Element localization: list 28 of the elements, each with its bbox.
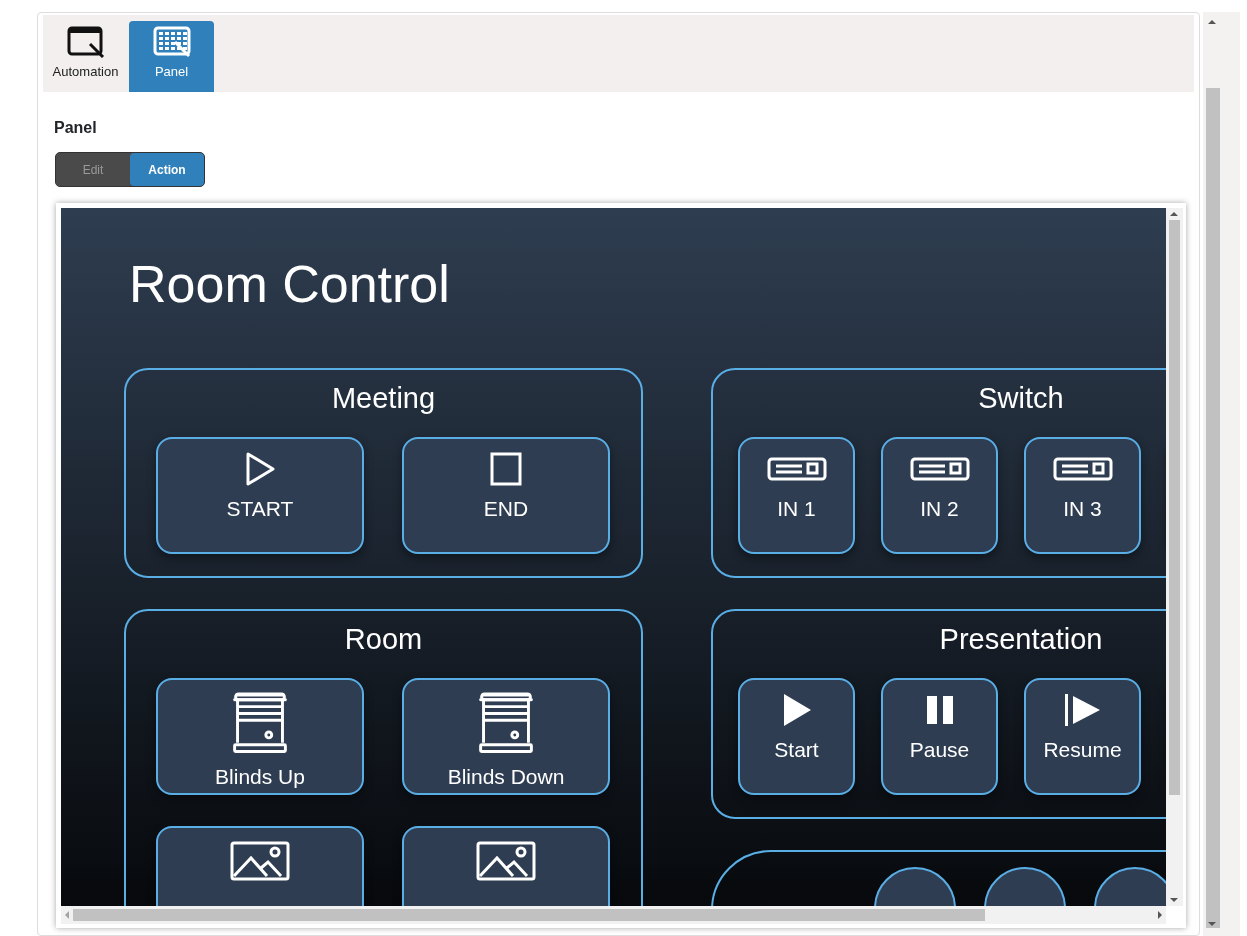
tab[interactable]: Automation — [43, 21, 128, 92]
panel-button[interactable]: IN 2 — [881, 437, 998, 554]
vertical-scrollbar[interactable] — [1166, 208, 1183, 906]
panel-button[interactable]: IN 1 — [738, 437, 855, 554]
group-title: Meeting — [330, 381, 437, 416]
group-title: Presentation — [938, 622, 1104, 657]
tab[interactable]: Panel — [129, 21, 214, 92]
panel-button[interactable]: Start — [738, 678, 855, 795]
image-icon — [475, 840, 537, 882]
image-icon — [229, 840, 291, 882]
toggle-option[interactable]: Action — [130, 153, 204, 186]
panel-button[interactable]: Blinds Up — [156, 678, 364, 795]
panel-button[interactable]: END — [402, 437, 610, 554]
panel-title: Room Control — [129, 254, 451, 314]
panel-button[interactable]: Blinds Down — [402, 678, 610, 795]
stop-icon — [489, 451, 523, 487]
panel-button[interactable]: Resume — [1024, 678, 1141, 795]
section-title: Panel — [54, 118, 98, 138]
group-title: Room — [343, 622, 424, 657]
panel-button[interactable]: START — [156, 437, 364, 554]
panel-button[interactable]: IN 3 — [1024, 437, 1141, 554]
page-scrollbar[interactable] — [1203, 12, 1240, 936]
panel-button[interactable]: Pause — [881, 678, 998, 795]
group-title: Switch — [977, 381, 1065, 416]
horizontal-scrollbar[interactable] — [61, 906, 1166, 924]
grid-icon — [152, 26, 191, 58]
window-cursor-icon — [66, 26, 105, 58]
mode-toggle[interactable]: Edit Action — [55, 152, 205, 187]
